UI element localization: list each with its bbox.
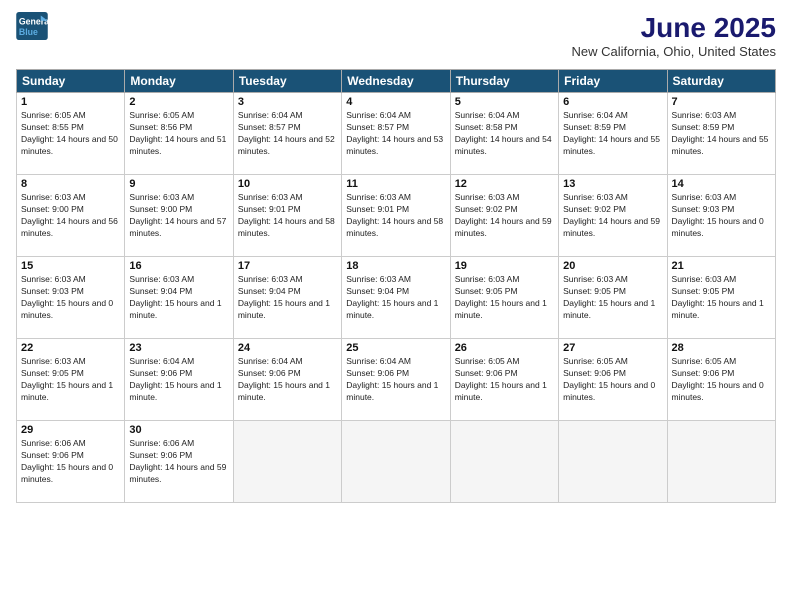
day-cell-18: 18 Sunrise: 6:03 AMSunset: 9:04 PMDaylig… bbox=[342, 257, 450, 339]
day-cell-26: 26 Sunrise: 6:05 AMSunset: 9:06 PMDaylig… bbox=[450, 339, 558, 421]
location: New California, Ohio, United States bbox=[572, 44, 776, 59]
day-cell-9: 9 Sunrise: 6:03 AMSunset: 9:00 PMDayligh… bbox=[125, 175, 233, 257]
day-cell-28: 28 Sunrise: 6:05 AMSunset: 9:06 PMDaylig… bbox=[667, 339, 775, 421]
col-saturday: Saturday bbox=[667, 70, 775, 93]
week-row-5: 29 Sunrise: 6:06 AMSunset: 9:06 PMDaylig… bbox=[17, 421, 776, 503]
empty-cell-4 bbox=[559, 421, 667, 503]
title-block: June 2025 New California, Ohio, United S… bbox=[572, 12, 776, 59]
col-thursday: Thursday bbox=[450, 70, 558, 93]
day-cell-19: 19 Sunrise: 6:03 AMSunset: 9:05 PMDaylig… bbox=[450, 257, 558, 339]
month-title: June 2025 bbox=[572, 12, 776, 44]
col-wednesday: Wednesday bbox=[342, 70, 450, 93]
header: General Blue June 2025 New California, O… bbox=[16, 12, 776, 59]
day-cell-8: 8 Sunrise: 6:03 AMSunset: 9:00 PMDayligh… bbox=[17, 175, 125, 257]
day-cell-14: 14 Sunrise: 6:03 AMSunset: 9:03 PMDaylig… bbox=[667, 175, 775, 257]
day-cell-25: 25 Sunrise: 6:04 AMSunset: 9:06 PMDaylig… bbox=[342, 339, 450, 421]
day-cell-23: 23 Sunrise: 6:04 AMSunset: 9:06 PMDaylig… bbox=[125, 339, 233, 421]
empty-cell-5 bbox=[667, 421, 775, 503]
day-cell-12: 12 Sunrise: 6:03 AMSunset: 9:02 PMDaylig… bbox=[450, 175, 558, 257]
empty-cell-3 bbox=[450, 421, 558, 503]
day-cell-13: 13 Sunrise: 6:03 AMSunset: 9:02 PMDaylig… bbox=[559, 175, 667, 257]
header-row: Sunday Monday Tuesday Wednesday Thursday… bbox=[17, 70, 776, 93]
day-cell-29: 29 Sunrise: 6:06 AMSunset: 9:06 PMDaylig… bbox=[17, 421, 125, 503]
col-tuesday: Tuesday bbox=[233, 70, 341, 93]
page: General Blue June 2025 New California, O… bbox=[0, 0, 792, 612]
week-row-3: 15 Sunrise: 6:03 AMSunset: 9:03 PMDaylig… bbox=[17, 257, 776, 339]
day-cell-5: 5 Sunrise: 6:04 AMSunset: 8:58 PMDayligh… bbox=[450, 93, 558, 175]
day-cell-7: 7 Sunrise: 6:03 AMSunset: 8:59 PMDayligh… bbox=[667, 93, 775, 175]
day-cell-15: 15 Sunrise: 6:03 AMSunset: 9:03 PMDaylig… bbox=[17, 257, 125, 339]
day-cell-22: 22 Sunrise: 6:03 AMSunset: 9:05 PMDaylig… bbox=[17, 339, 125, 421]
week-row-2: 8 Sunrise: 6:03 AMSunset: 9:00 PMDayligh… bbox=[17, 175, 776, 257]
day-cell-30: 30 Sunrise: 6:06 AMSunset: 9:06 PMDaylig… bbox=[125, 421, 233, 503]
empty-cell-2 bbox=[342, 421, 450, 503]
day-cell-10: 10 Sunrise: 6:03 AMSunset: 9:01 PMDaylig… bbox=[233, 175, 341, 257]
day-cell-21: 21 Sunrise: 6:03 AMSunset: 9:05 PMDaylig… bbox=[667, 257, 775, 339]
day-cell-16: 16 Sunrise: 6:03 AMSunset: 9:04 PMDaylig… bbox=[125, 257, 233, 339]
week-row-1: 1 Sunrise: 6:05 AMSunset: 8:55 PMDayligh… bbox=[17, 93, 776, 175]
day-cell-3: 3 Sunrise: 6:04 AMSunset: 8:57 PMDayligh… bbox=[233, 93, 341, 175]
day-cell-27: 27 Sunrise: 6:05 AMSunset: 9:06 PMDaylig… bbox=[559, 339, 667, 421]
day-cell-6: 6 Sunrise: 6:04 AMSunset: 8:59 PMDayligh… bbox=[559, 93, 667, 175]
svg-text:Blue: Blue bbox=[19, 27, 38, 37]
day-cell-17: 17 Sunrise: 6:03 AMSunset: 9:04 PMDaylig… bbox=[233, 257, 341, 339]
day-cell-2: 2 Sunrise: 6:05 AMSunset: 8:56 PMDayligh… bbox=[125, 93, 233, 175]
day-cell-11: 11 Sunrise: 6:03 AMSunset: 9:01 PMDaylig… bbox=[342, 175, 450, 257]
logo: General Blue bbox=[16, 12, 48, 40]
empty-cell-1 bbox=[233, 421, 341, 503]
day-cell-1: 1 Sunrise: 6:05 AMSunset: 8:55 PMDayligh… bbox=[17, 93, 125, 175]
col-monday: Monday bbox=[125, 70, 233, 93]
day-cell-24: 24 Sunrise: 6:04 AMSunset: 9:06 PMDaylig… bbox=[233, 339, 341, 421]
day-cell-20: 20 Sunrise: 6:03 AMSunset: 9:05 PMDaylig… bbox=[559, 257, 667, 339]
col-friday: Friday bbox=[559, 70, 667, 93]
week-row-4: 22 Sunrise: 6:03 AMSunset: 9:05 PMDaylig… bbox=[17, 339, 776, 421]
calendar-table: Sunday Monday Tuesday Wednesday Thursday… bbox=[16, 69, 776, 503]
day-cell-4: 4 Sunrise: 6:04 AMSunset: 8:57 PMDayligh… bbox=[342, 93, 450, 175]
logo-icon: General Blue bbox=[16, 12, 48, 40]
col-sunday: Sunday bbox=[17, 70, 125, 93]
